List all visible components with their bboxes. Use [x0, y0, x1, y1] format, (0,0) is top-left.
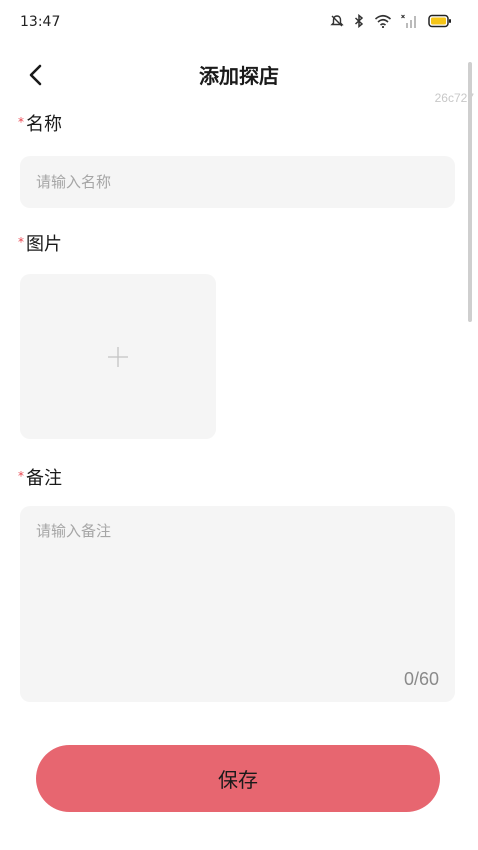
bluetooth-icon	[353, 14, 365, 28]
image-upload-button[interactable]	[20, 274, 216, 439]
remark-textarea[interactable]	[20, 506, 455, 702]
required-mark: *	[18, 235, 24, 249]
name-label: * 名称	[18, 114, 62, 136]
status-bar: 13:47	[0, 0, 478, 48]
plus-icon	[108, 346, 128, 367]
page-title: 添加探店	[199, 64, 279, 88]
signal-icon	[401, 14, 419, 28]
chevron-left-icon	[29, 64, 42, 86]
back-button[interactable]	[18, 58, 52, 92]
image-label-text: 图片	[26, 234, 62, 255]
scroll-indicator[interactable]	[468, 62, 472, 322]
name-input[interactable]	[20, 156, 455, 208]
status-icons	[330, 14, 452, 28]
status-time: 13:47	[20, 14, 61, 30]
remark-label: * 备注	[18, 468, 62, 490]
save-button[interactable]: 保存	[36, 745, 440, 812]
remark-box: 0/60	[20, 506, 455, 702]
battery-icon	[428, 14, 452, 28]
remark-label-text: 备注	[26, 468, 62, 489]
char-counter: 0/60	[403, 669, 439, 689]
required-mark: *	[18, 115, 24, 129]
nav-bar: 添加探店	[0, 52, 478, 98]
image-label: * 图片	[18, 234, 62, 256]
required-mark: *	[18, 469, 24, 483]
name-label-text: 名称	[26, 114, 62, 135]
wifi-icon	[374, 14, 392, 28]
alarm-icon	[330, 14, 344, 28]
